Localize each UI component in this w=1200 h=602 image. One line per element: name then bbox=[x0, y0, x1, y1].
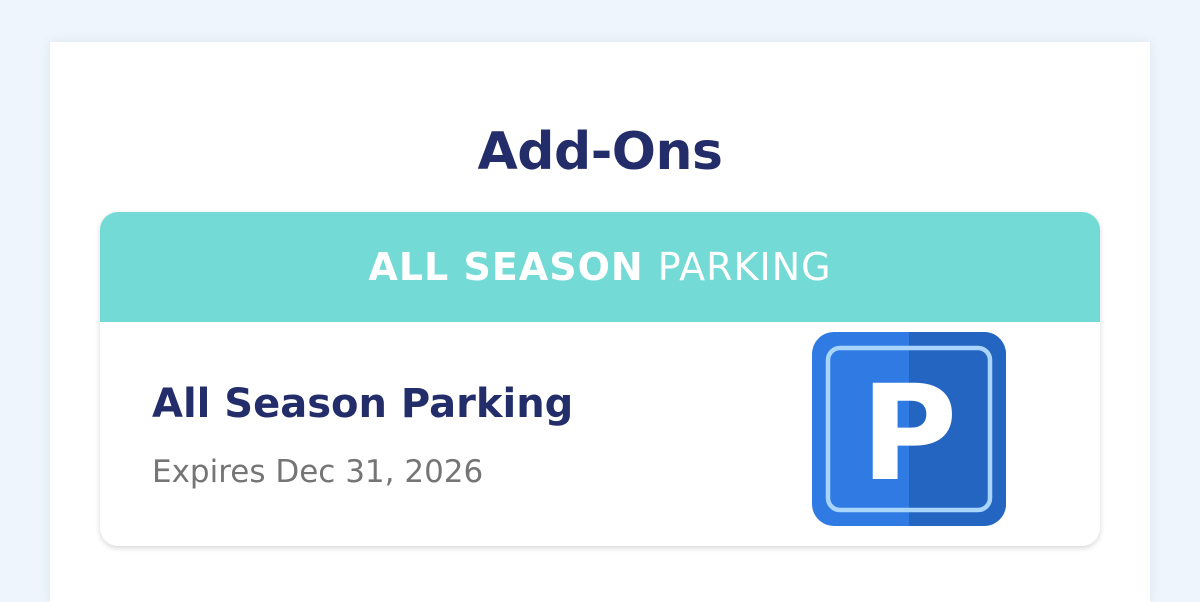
addon-card-all-season-parking[interactable]: ALL SEASON PARKING All Season Parking Ex… bbox=[100, 212, 1100, 546]
addons-panel: Add-Ons ALL SEASON PARKING All Season Pa… bbox=[50, 42, 1150, 602]
parking-icon: P bbox=[812, 332, 1006, 526]
addons-title: Add-Ons bbox=[477, 122, 723, 182]
addon-card-header-bold: ALL SEASON bbox=[368, 245, 644, 289]
addon-expiry: Expires Dec 31, 2026 bbox=[152, 454, 484, 490]
addon-name: All Season Parking bbox=[152, 381, 574, 427]
parking-icon-letter: P bbox=[861, 357, 958, 511]
addon-card-header-light: PARKING bbox=[657, 245, 832, 289]
addon-card-body: All Season Parking Expires Dec 31, 2026 … bbox=[100, 322, 1100, 546]
addon-card-header: ALL SEASON PARKING bbox=[100, 212, 1100, 322]
